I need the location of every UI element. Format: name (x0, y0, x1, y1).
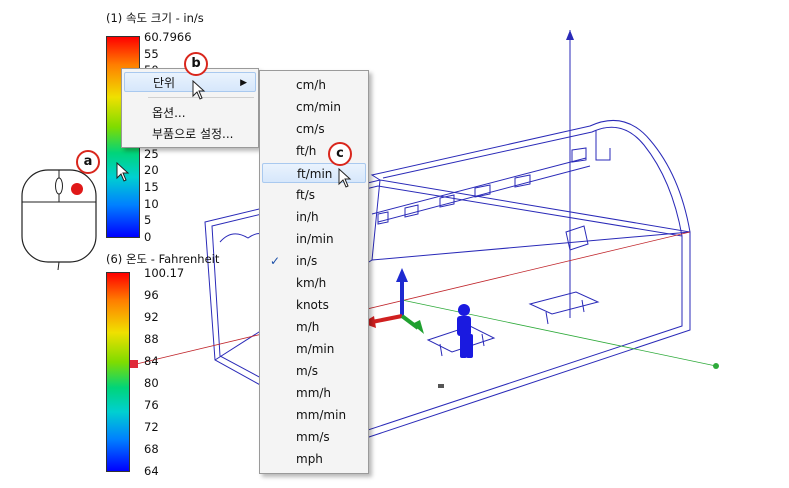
unit-option-label: mph (296, 452, 323, 466)
temperature-tick-label: 72 (144, 420, 159, 434)
unit-option-label: in/h (296, 210, 319, 224)
unit-option-cm-per-min[interactable]: cm/min (262, 97, 366, 117)
unit-option-in-per-min[interactable]: in/min (262, 229, 366, 249)
unit-option-m-per-s[interactable]: m/s (262, 361, 366, 381)
unit-option-m-per-min[interactable]: m/min (262, 339, 366, 359)
velocity-tick-label: 20 (144, 163, 159, 178)
unit-option-cm-per-h[interactable]: cm/h (262, 75, 366, 95)
temperature-tick-label: 64 (144, 464, 159, 478)
menu-item-units[interactable]: 단위 ▶ (124, 72, 256, 92)
menu-item-set-as-part-label: 부품으로 설정... (152, 127, 234, 141)
callout-c: c (328, 142, 352, 166)
menu-item-options[interactable]: 옵션... (124, 103, 256, 123)
temperature-tick-label: 68 (144, 442, 159, 456)
velocity-tick-label: 55 (144, 46, 159, 61)
temperature-tick-labels: 100.17 96 92 88 84 80 76 72 68 64 (132, 266, 192, 478)
unit-option-label: ft/s (296, 188, 316, 202)
velocity-tick-label: 5 (144, 213, 152, 228)
mouse-cursor-icon (338, 168, 352, 188)
unit-option-label: ft/h (296, 144, 317, 158)
unit-option-label: cm/h (296, 78, 326, 92)
temperature-tick-label: 76 (144, 398, 159, 412)
menu-item-options-label: 옵션... (152, 106, 186, 120)
unit-option-label: cm/min (296, 100, 341, 114)
unit-option-label: mm/min (296, 408, 347, 422)
unit-option-label: mm/s (296, 430, 330, 444)
menu-item-set-as-part[interactable]: 부품으로 설정... (124, 124, 256, 144)
axis-arrow-icon (566, 30, 574, 40)
temperature-tick-label: 100.17 (144, 266, 185, 280)
endpoint-marker (713, 363, 719, 369)
temperature-colorbar[interactable] (106, 272, 130, 472)
checkmark-icon: ✓ (270, 254, 281, 268)
mouse-cursor-icon (192, 80, 206, 100)
unit-option-label: cm/s (296, 122, 325, 136)
menu-item-units-label: 단위 (153, 76, 176, 90)
unit-option-mm-per-min[interactable]: mm/min (262, 405, 366, 425)
unit-option-ft-per-s[interactable]: ft/s (262, 185, 366, 205)
context-menu: 단위 ▶ 옵션... 부품으로 설정... (121, 68, 259, 148)
unit-option-label: m/h (296, 320, 320, 334)
temperature-legend-title: (6) 온도 - Fahrenheit (106, 252, 220, 266)
unit-option-label: m/s (296, 364, 318, 378)
velocity-tick-label: 60.7966 (144, 30, 192, 44)
unit-option-label: in/s (296, 254, 318, 268)
unit-option-m-per-h[interactable]: m/h (262, 317, 366, 337)
unit-option-label: in/min (296, 232, 334, 246)
unit-option-mm-per-h[interactable]: mm/h (262, 383, 366, 403)
velocity-tick-label: 25 (144, 146, 159, 161)
unit-option-label: knots (296, 298, 329, 312)
velocity-tick-label: 15 (144, 180, 159, 194)
unit-option-label: mm/h (296, 386, 332, 400)
velocity-tick-label: 10 (144, 196, 159, 211)
temperature-tick-label: 92 (144, 310, 159, 324)
unit-option-cm-per-s[interactable]: cm/s (262, 119, 366, 139)
temperature-tick-label: 96 (144, 288, 159, 302)
unit-option-in-per-h[interactable]: in/h (262, 207, 366, 227)
unit-option-label: m/min (296, 342, 335, 356)
unit-option-knots[interactable]: knots (262, 295, 366, 315)
submenu-arrow-icon: ▶ (240, 78, 247, 88)
temperature-tick-label: 88 (144, 332, 159, 346)
mouse-cursor-icon (116, 162, 130, 182)
unit-option-label: km/h (296, 276, 327, 290)
callout-b: b (184, 52, 208, 76)
callout-a: a (76, 150, 100, 174)
velocity-legend-title: (1) 속도 크기 - in/s (106, 11, 204, 25)
units-submenu: cm/h cm/min cm/s ft/h ft/min ft/s in/h in/min ✓ i… (259, 70, 369, 474)
unit-option-in-per-s[interactable]: ✓ in/s (262, 251, 366, 271)
velocity-tick-label: 0 (144, 230, 152, 244)
unit-option-mm-per-s[interactable]: mm/s (262, 427, 366, 447)
temperature-tick-label: 84 (144, 354, 159, 368)
unit-option-label: ft/min (297, 167, 333, 181)
small-marker (438, 384, 444, 388)
coordinate-triad-icon (362, 268, 424, 334)
temperature-tick-label: 80 (144, 376, 159, 390)
unit-option-km-per-h[interactable]: km/h (262, 273, 366, 293)
mouse-right-click-icon (21, 169, 97, 271)
unit-option-mph[interactable]: mph (262, 449, 366, 469)
